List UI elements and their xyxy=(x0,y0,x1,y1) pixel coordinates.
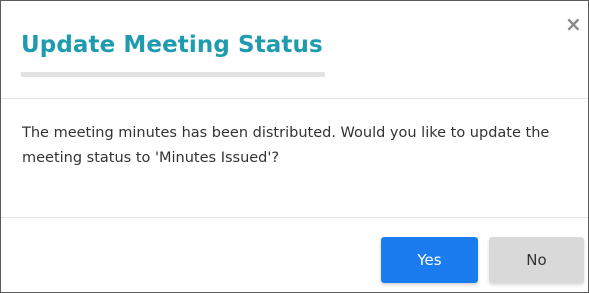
title-underline xyxy=(21,72,325,77)
dialog-message: The meeting minutes has been distributed… xyxy=(22,125,550,166)
dialog-body: The meeting minutes has been distributed… xyxy=(1,99,588,218)
yes-button[interactable]: Yes xyxy=(381,237,478,283)
close-icon[interactable]: × xyxy=(565,14,582,34)
dialog-header: Update Meeting Status × xyxy=(1,1,588,99)
update-meeting-status-dialog: Update Meeting Status × The meeting minu… xyxy=(0,0,589,293)
no-button[interactable]: No xyxy=(489,237,584,283)
dialog-title: Update Meeting Status xyxy=(21,32,323,58)
